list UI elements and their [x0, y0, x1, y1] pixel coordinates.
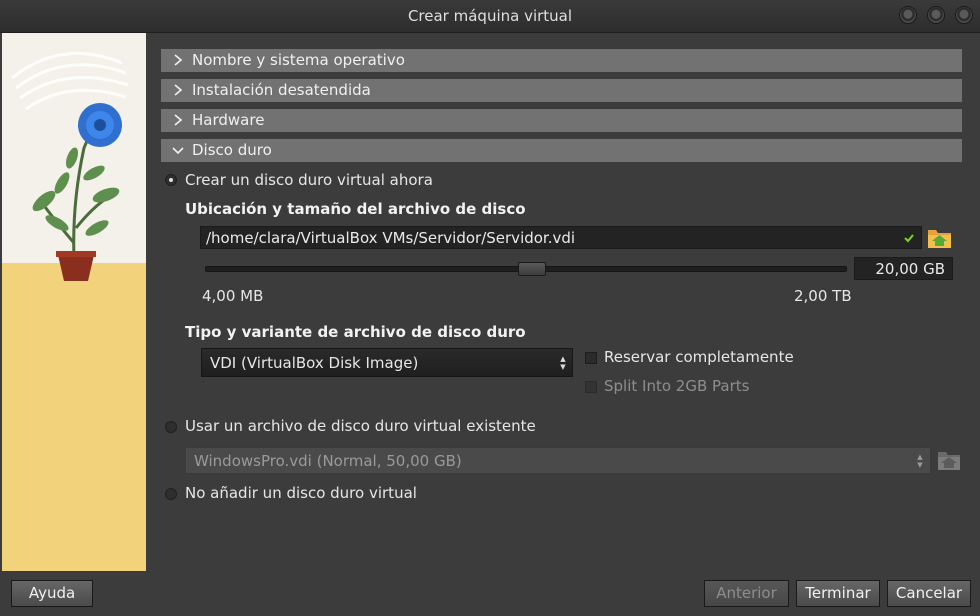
section-label: Hardware [192, 111, 265, 129]
chevron-right-icon [174, 54, 183, 66]
type-heading: Tipo y variante de archivo de disco duro [185, 323, 526, 341]
disk-size-value: 20,00 GB [875, 260, 945, 278]
chevron-down-icon [172, 147, 184, 155]
slider-handle[interactable] [518, 262, 547, 276]
chevron-right-icon [174, 114, 183, 126]
flower-icon [78, 103, 122, 147]
section-hard-disk[interactable]: Disco duro [161, 139, 962, 162]
window-title: Crear máquina virtual [407, 7, 573, 25]
spin-arrows-icon: ▲ ▼ [917, 453, 923, 469]
no-disk-label[interactable]: No añadir un disco duro virtual [185, 484, 417, 502]
help-button[interactable]: Ayuda [11, 580, 93, 607]
size-min-label: 4,00 MB [202, 287, 264, 305]
create-disk-label[interactable]: Crear un disco duro virtual ahora [185, 171, 433, 189]
disk-size-input[interactable]: 20,00 GB [854, 257, 953, 280]
section-unattended-install[interactable]: Instalación desatendida [161, 79, 962, 102]
back-button[interactable]: Anterior [704, 580, 789, 607]
section-label: Instalación desatendida [192, 81, 371, 99]
chevron-right-icon [174, 84, 183, 96]
reserve-checkbox[interactable] [585, 352, 597, 364]
disk-path-input[interactable]: /home/clara/VirtualBox VMs/Servidor/Serv… [200, 226, 922, 249]
use-existing-label[interactable]: Usar un archivo de disco duro virtual ex… [185, 417, 536, 435]
existing-disk-combo[interactable]: WindowsPro.vdi (Normal, 50,00 GB) ▲ ▼ [185, 447, 931, 474]
spin-arrows-icon: ▲ ▼ [560, 355, 566, 371]
title-bar: Crear máquina virtual [0, 0, 980, 33]
section-hardware[interactable]: Hardware [161, 109, 962, 132]
disk-path-value: /home/clara/VirtualBox VMs/Servidor/Serv… [206, 229, 576, 247]
use-existing-radio[interactable] [165, 421, 177, 433]
section-label: Disco duro [192, 141, 272, 159]
disk-type-value: VDI (VirtualBox Disk Image) [210, 354, 419, 372]
section-label: Nombre y sistema operativo [192, 51, 405, 69]
finish-button[interactable]: Terminar [796, 580, 880, 607]
create-disk-radio[interactable] [165, 174, 177, 186]
existing-disk-value: WindowsPro.vdi (Normal, 50,00 GB) [194, 452, 462, 470]
maximize-button[interactable] [927, 6, 945, 24]
wizard-illustration [2, 33, 146, 571]
minimize-button[interactable] [899, 6, 917, 24]
section-name-os[interactable]: Nombre y sistema operativo [161, 49, 962, 72]
split-checkbox[interactable] [585, 381, 597, 393]
reserve-label[interactable]: Reservar completamente [604, 348, 794, 366]
close-button[interactable] [955, 6, 973, 24]
folder-icon[interactable] [927, 226, 952, 250]
size-max-label: 2,00 TB [794, 287, 852, 305]
folder-icon[interactable] [937, 448, 961, 472]
cancel-button[interactable]: Cancelar [887, 580, 971, 607]
split-label[interactable]: Split Into 2GB Parts [604, 377, 749, 395]
check-icon [904, 234, 914, 243]
disk-type-combo[interactable]: VDI (VirtualBox Disk Image) ▲ ▼ [201, 348, 573, 377]
location-heading: Ubicación y tamaño del archivo de disco [185, 200, 526, 218]
no-disk-radio[interactable] [165, 488, 177, 500]
